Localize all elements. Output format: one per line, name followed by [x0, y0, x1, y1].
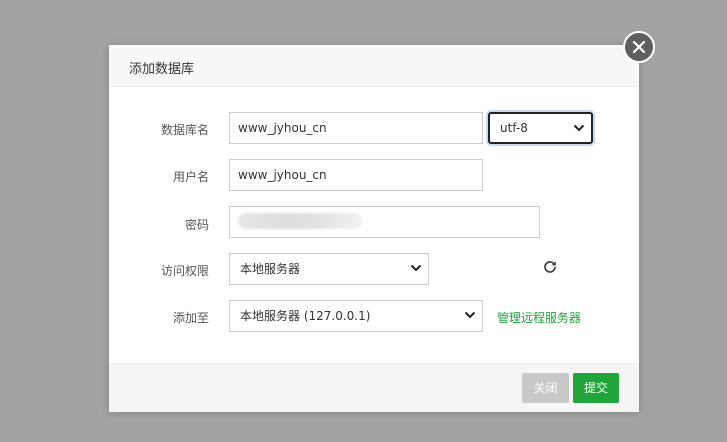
password-input[interactable]	[229, 206, 540, 238]
chevron-down-icon	[464, 311, 476, 319]
close-icon	[632, 40, 646, 54]
dialog-header: 添加数据库	[109, 45, 639, 87]
dialog-footer: 关闭 提交	[109, 363, 639, 412]
access-select-value: 本地服务器	[240, 262, 301, 276]
charset-select-value: utf-8	[500, 121, 528, 135]
access-label: 访问权限	[160, 264, 209, 278]
db-name-input[interactable]: www_jyhou_cn	[229, 112, 483, 144]
add-to-select-value: 本地服务器 (127.0.0.1)	[240, 309, 371, 323]
username-label: 用户名	[172, 170, 209, 184]
close-button[interactable]: 关闭	[522, 373, 569, 403]
username-input[interactable]: www_jyhou_cn	[229, 159, 483, 191]
add-to-select[interactable]: 本地服务器 (127.0.0.1)	[229, 300, 483, 332]
password-label: 密码	[184, 218, 209, 232]
submit-button[interactable]: 提交	[573, 373, 619, 403]
db-name-label: 数据库名	[160, 123, 209, 137]
manage-remote-servers-link[interactable]: 管理远程服务器	[497, 309, 581, 326]
add-database-dialog: 添加数据库 数据库名 www_jyhou_cn utf-8 用户名 www_jy…	[109, 31, 655, 412]
password-value-obscured	[238, 213, 362, 229]
access-select[interactable]: 本地服务器	[229, 253, 429, 285]
close-dialog-button[interactable]	[623, 31, 655, 63]
charset-select[interactable]: utf-8	[488, 112, 593, 144]
dialog-title: 添加数据库	[129, 62, 195, 77]
add-to-label: 添加至	[172, 311, 209, 325]
refresh-icon[interactable]	[543, 260, 557, 274]
chevron-down-icon	[573, 124, 585, 132]
chevron-down-icon	[410, 264, 422, 272]
